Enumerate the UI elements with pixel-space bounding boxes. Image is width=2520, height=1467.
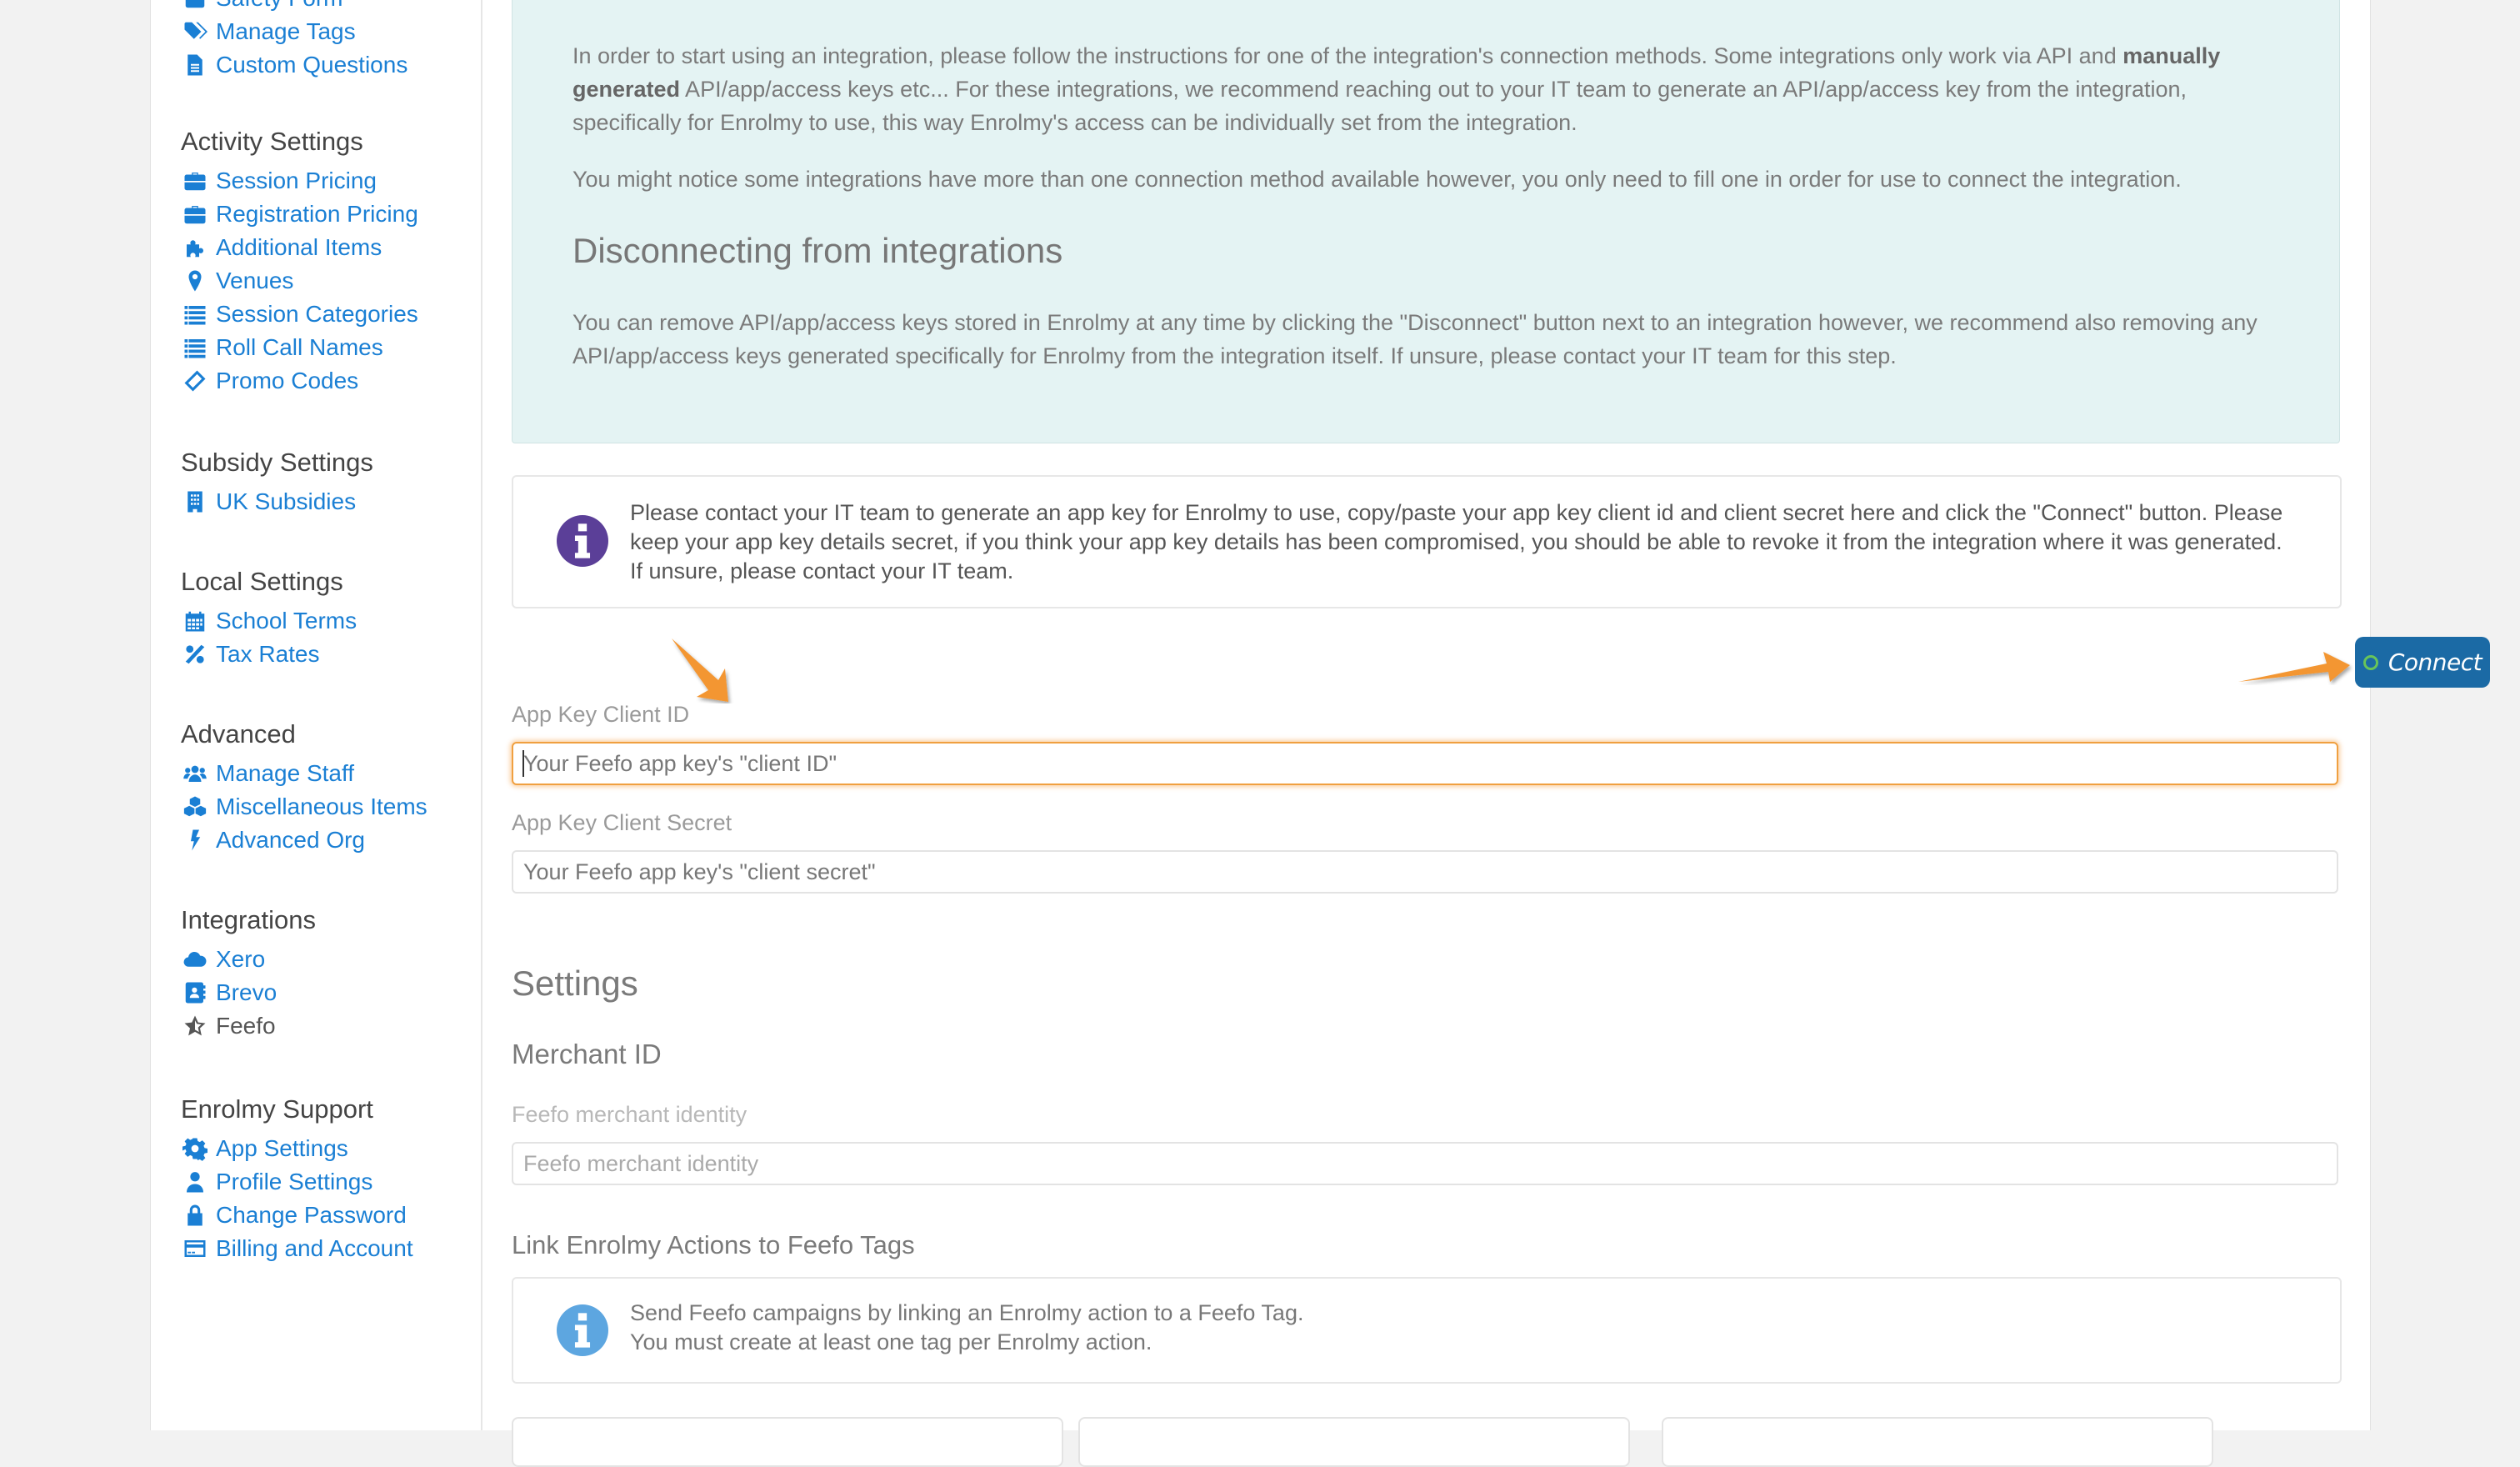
disconnect-heading: Disconnecting from integrations (572, 231, 1063, 270)
settings-heading: Settings (512, 964, 638, 1003)
sidebar-group-subsidy-settings: Subsidy Settings UK Subsidies (181, 445, 373, 518)
guide-paragraph-1: In order to start using an integration, … (572, 43, 2221, 135)
sidebar-heading: Integrations (181, 905, 316, 934)
link-tags-notice: Send Feefo campaigns by linking an Enrol… (512, 1277, 2342, 1384)
action-tag-card (1078, 1417, 1630, 1467)
sidebar-item-additional-items[interactable]: Additional Items (181, 231, 418, 264)
sidebar-heading: Activity Settings (181, 127, 363, 156)
sidebar-item-safety-form[interactable]: Safety Form (181, 0, 408, 15)
sidebar-item-tax-rates[interactable]: Tax Rates (181, 638, 357, 671)
link-actions-heading: Link Enrolmy Actions to Feefo Tags (512, 1230, 915, 1259)
sidebar-item-manage-tags[interactable]: Manage Tags (181, 15, 408, 48)
user-icon (181, 1169, 209, 1194)
guide-paragraph-3: You can remove API/app/access keys store… (572, 310, 2258, 368)
briefcase-icon (181, 202, 209, 227)
users-icon (181, 761, 209, 786)
integration-main: Connecting to integrations In order to s… (512, 0, 2490, 1467)
sidebar-item-custom-questions[interactable]: Custom Questions (181, 48, 408, 82)
client-secret-input[interactable] (512, 850, 2338, 894)
star-half-icon (181, 1014, 209, 1039)
app-key-notice: Please contact your IT team to generate … (512, 475, 2342, 608)
sidebar-item-profile-settings[interactable]: Profile Settings (181, 1165, 413, 1199)
sidebar-group-activity-settings: Activity Settings Session Pricing Regist… (181, 124, 418, 398)
merchant-identity-label: Feefo merchant identity (512, 1102, 748, 1127)
sidebar-group-local-settings: Local Settings School Terms Tax Rates (181, 564, 357, 671)
bolt-icon (181, 828, 209, 853)
credit-card-icon (181, 1236, 209, 1261)
action-tag-card (512, 1417, 1063, 1467)
text-caret (522, 750, 524, 777)
sidebar-group-enrolmy-support: Enrolmy Support App Settings Profile Set… (181, 1092, 413, 1265)
sidebar-item-registration-pricing[interactable]: Registration Pricing (181, 198, 418, 231)
action-tag-card (1662, 1417, 2213, 1467)
integration-guide-panel: Connecting to integrations In order to s… (512, 0, 2340, 443)
sidebar-item-app-settings[interactable]: App Settings (181, 1132, 413, 1165)
puzzle-icon (181, 235, 209, 260)
connect-button[interactable]: Connect (2355, 637, 2490, 688)
percent-icon (181, 642, 209, 667)
file-text-icon (181, 53, 209, 78)
ticket-icon (181, 368, 209, 393)
app-key-notice-text: Please contact your IT team to generate … (630, 500, 2283, 583)
sidebar-item-change-password[interactable]: Change Password (181, 1199, 413, 1232)
client-id-wrapper (512, 742, 2338, 785)
building-icon (181, 489, 209, 514)
sidebar-heading: Advanced (181, 719, 296, 749)
sidebar-heading: Subsidy Settings (181, 448, 373, 477)
sidebar-item-session-pricing[interactable]: Session Pricing (181, 164, 418, 198)
sidebar-item-venues[interactable]: Venues (181, 264, 418, 298)
sidebar-item-school-terms[interactable]: School Terms (181, 604, 357, 638)
annotation-arrow-icon (672, 638, 728, 702)
tags-icon (181, 19, 209, 44)
sidebar-heading: Local Settings (181, 567, 343, 596)
client-id-input[interactable] (512, 742, 2338, 785)
merchant-id-heading: Merchant ID (512, 1039, 662, 1069)
sidebar-item-roll-call-names[interactable]: Roll Call Names (181, 331, 418, 364)
calendar-icon (181, 608, 209, 633)
sidebar-heading: Enrolmy Support (181, 1094, 373, 1124)
gear-icon (181, 1136, 209, 1161)
briefcase-icon (181, 168, 209, 193)
sidebar-item-promo-codes[interactable]: Promo Codes (181, 364, 418, 398)
sidebar-item-session-categories[interactable]: Session Categories (181, 298, 418, 331)
sidebar-group-integrations: Integrations Xero Brevo Feefo (181, 903, 316, 1043)
cubes-icon (181, 794, 209, 819)
guide-paragraph-2: You might notice some integrations have … (572, 167, 2182, 192)
sidebar-item-billing-and-account[interactable]: Billing and Account (181, 1232, 413, 1265)
sidebar-item-manage-staff[interactable]: Manage Staff (181, 757, 428, 790)
sidebar-item-feefo[interactable]: Feefo (181, 1009, 316, 1043)
list-icon (181, 335, 209, 360)
settings-sidebar: Safety Form Manage Tags Custom Questions… (151, 0, 482, 1430)
form-icon (181, 0, 209, 11)
sidebar-top-group: Safety Form Manage Tags Custom Questions (181, 0, 408, 82)
annotation-arrow-icon (2238, 652, 2350, 682)
sidebar-item-advanced-org[interactable]: Advanced Org (181, 824, 428, 857)
sidebar-item-xero[interactable]: Xero (181, 943, 316, 976)
link-tags-notice-text: Send Feefo campaigns by linking an Enrol… (630, 1300, 1304, 1354)
map-marker-icon (181, 268, 209, 293)
status-ring-icon (2362, 654, 2378, 670)
client-id-label: App Key Client ID (512, 702, 690, 727)
page-card: Safety Form Manage Tags Custom Questions… (150, 0, 2490, 1467)
info-icon (557, 1304, 608, 1356)
sidebar-item-miscellaneous-items[interactable]: Miscellaneous Items (181, 790, 428, 824)
lock-icon (181, 1203, 209, 1228)
client-secret-label: App Key Client Secret (512, 810, 732, 835)
sidebar-item-uk-subsidies[interactable]: UK Subsidies (181, 485, 373, 518)
address-book-icon (181, 980, 209, 1005)
cloud-icon (181, 947, 209, 972)
merchant-identity-input[interactable] (512, 1142, 2338, 1185)
sidebar-group-advanced: Advanced Manage Staff Miscellaneous Item… (181, 717, 428, 857)
list-icon (181, 302, 209, 327)
sidebar-item-brevo[interactable]: Brevo (181, 976, 316, 1009)
info-icon (557, 515, 608, 567)
